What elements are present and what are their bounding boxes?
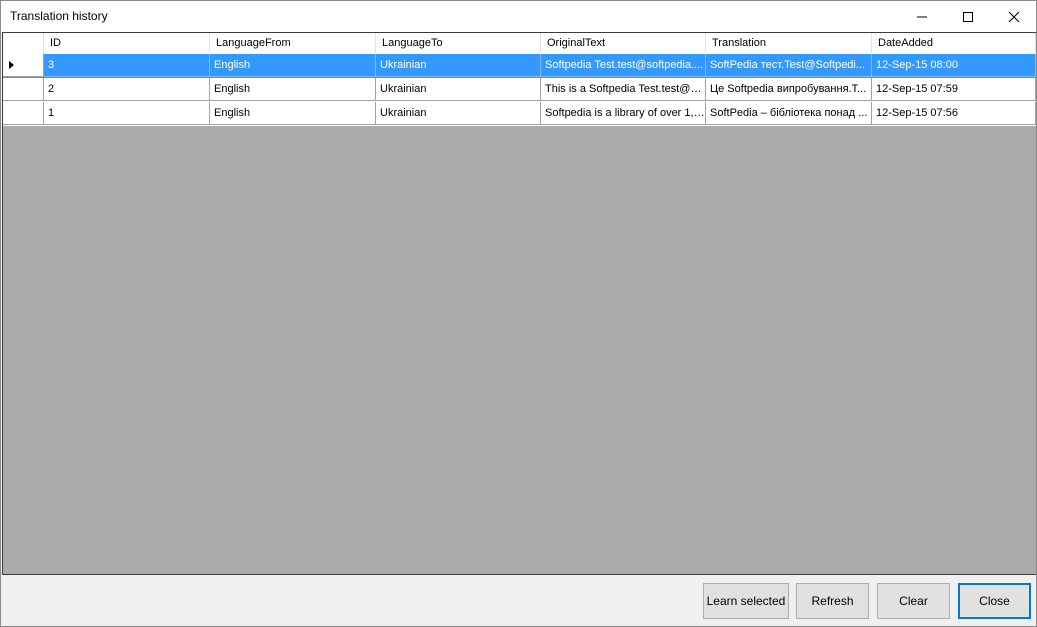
corner-header-cell[interactable]: [3, 33, 44, 54]
close-window-button[interactable]: [991, 1, 1036, 32]
minimize-icon: [917, 16, 927, 17]
cell-originaltext[interactable]: Softpedia Test.test@softpedia....: [541, 54, 706, 77]
cell-originaltext[interactable]: This is a Softpedia Test.test@s...: [541, 78, 706, 101]
learn-selected-button[interactable]: Learn selected: [703, 583, 789, 619]
column-header-id[interactable]: ID: [44, 33, 210, 54]
cell-translation[interactable]: SoftPedia тест.Test@Softpedi...: [706, 54, 872, 77]
table-row[interactable]: 1 English Ukrainian Softpedia is a libra…: [3, 102, 1036, 126]
table-row[interactable]: 3 English Ukrainian Softpedia Test.test@…: [3, 54, 1036, 78]
table-row[interactable]: 2 English Ukrainian This is a Softpedia …: [3, 78, 1036, 102]
current-row-arrow-icon: [9, 61, 14, 69]
cell-dateadded[interactable]: 12-Sep-15 07:59: [872, 78, 1036, 101]
close-button[interactable]: Close: [958, 583, 1031, 619]
title-bar[interactable]: Translation history: [1, 1, 1036, 32]
row-header[interactable]: [3, 54, 44, 77]
grid-header: ID LanguageFrom LanguageTo OriginalText …: [3, 33, 1036, 55]
cell-languagefrom[interactable]: English: [210, 102, 376, 125]
row-header[interactable]: [3, 78, 44, 101]
cell-translation[interactable]: Це Softpedia випробування.T...: [706, 78, 872, 101]
cell-languagefrom[interactable]: English: [210, 78, 376, 101]
column-header-originaltext[interactable]: OriginalText: [541, 33, 706, 54]
cell-languageto[interactable]: Ukrainian: [376, 102, 541, 125]
cell-id[interactable]: 3: [44, 54, 210, 77]
cell-dateadded[interactable]: 12-Sep-15 08:00: [872, 54, 1036, 77]
column-header-translation[interactable]: Translation: [706, 33, 872, 54]
clear-button[interactable]: Clear: [877, 583, 950, 619]
translation-history-window: Translation history ID LanguageFrom Lang…: [0, 0, 1037, 627]
cell-originaltext[interactable]: Softpedia is a library of over 1,3...: [541, 102, 706, 125]
minimize-button[interactable]: [899, 1, 945, 32]
column-header-languageto[interactable]: LanguageTo: [376, 33, 541, 54]
refresh-button[interactable]: Refresh: [796, 583, 869, 619]
button-bar: Learn selected Refresh Clear Close: [1, 575, 1036, 626]
maximize-icon: [963, 11, 973, 22]
column-header-dateadded[interactable]: DateAdded: [872, 33, 1036, 54]
cell-languageto[interactable]: Ukrainian: [376, 78, 541, 101]
close-icon: [1008, 11, 1020, 22]
maximize-button[interactable]: [945, 1, 991, 32]
cell-id[interactable]: 1: [44, 102, 210, 125]
history-grid[interactable]: ID LanguageFrom LanguageTo OriginalText …: [2, 32, 1036, 575]
cell-dateadded[interactable]: 12-Sep-15 07:56: [872, 102, 1036, 125]
cell-languagefrom[interactable]: English: [210, 54, 376, 77]
cell-languageto[interactable]: Ukrainian: [376, 54, 541, 77]
cell-id[interactable]: 2: [44, 78, 210, 101]
column-header-languagefrom[interactable]: LanguageFrom: [210, 33, 376, 54]
row-header[interactable]: [3, 102, 44, 125]
cell-translation[interactable]: SoftPedia – бібліотека понад ...: [706, 102, 872, 125]
window-title: Translation history: [10, 9, 108, 23]
